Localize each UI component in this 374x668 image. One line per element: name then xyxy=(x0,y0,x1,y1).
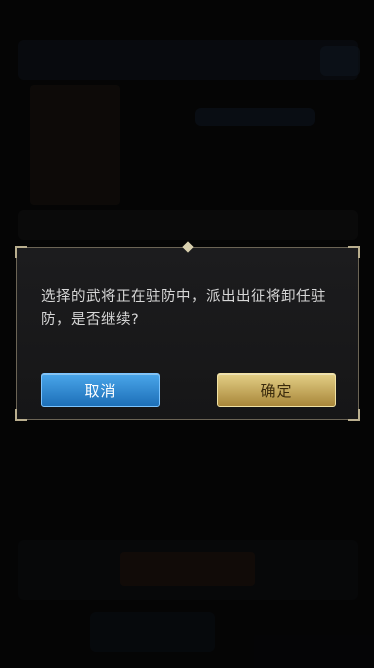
corner-ornament xyxy=(15,246,27,258)
dialog-message: 选择的武将正在驻防中，派出出征将卸任驻防，是否继续? xyxy=(41,289,326,328)
confirm-button-label: 确定 xyxy=(260,381,293,400)
confirm-dialog: 选择的武将正在驻防中，派出出征将卸任驻防，是否继续? 取消 确定 xyxy=(15,241,360,421)
corner-ornament xyxy=(15,409,27,421)
cancel-button-label: 取消 xyxy=(84,381,117,400)
confirm-button[interactable]: 确定 xyxy=(217,373,336,407)
corner-ornament xyxy=(348,409,360,421)
cancel-button[interactable]: 取消 xyxy=(41,373,160,407)
corner-ornament xyxy=(348,246,360,258)
